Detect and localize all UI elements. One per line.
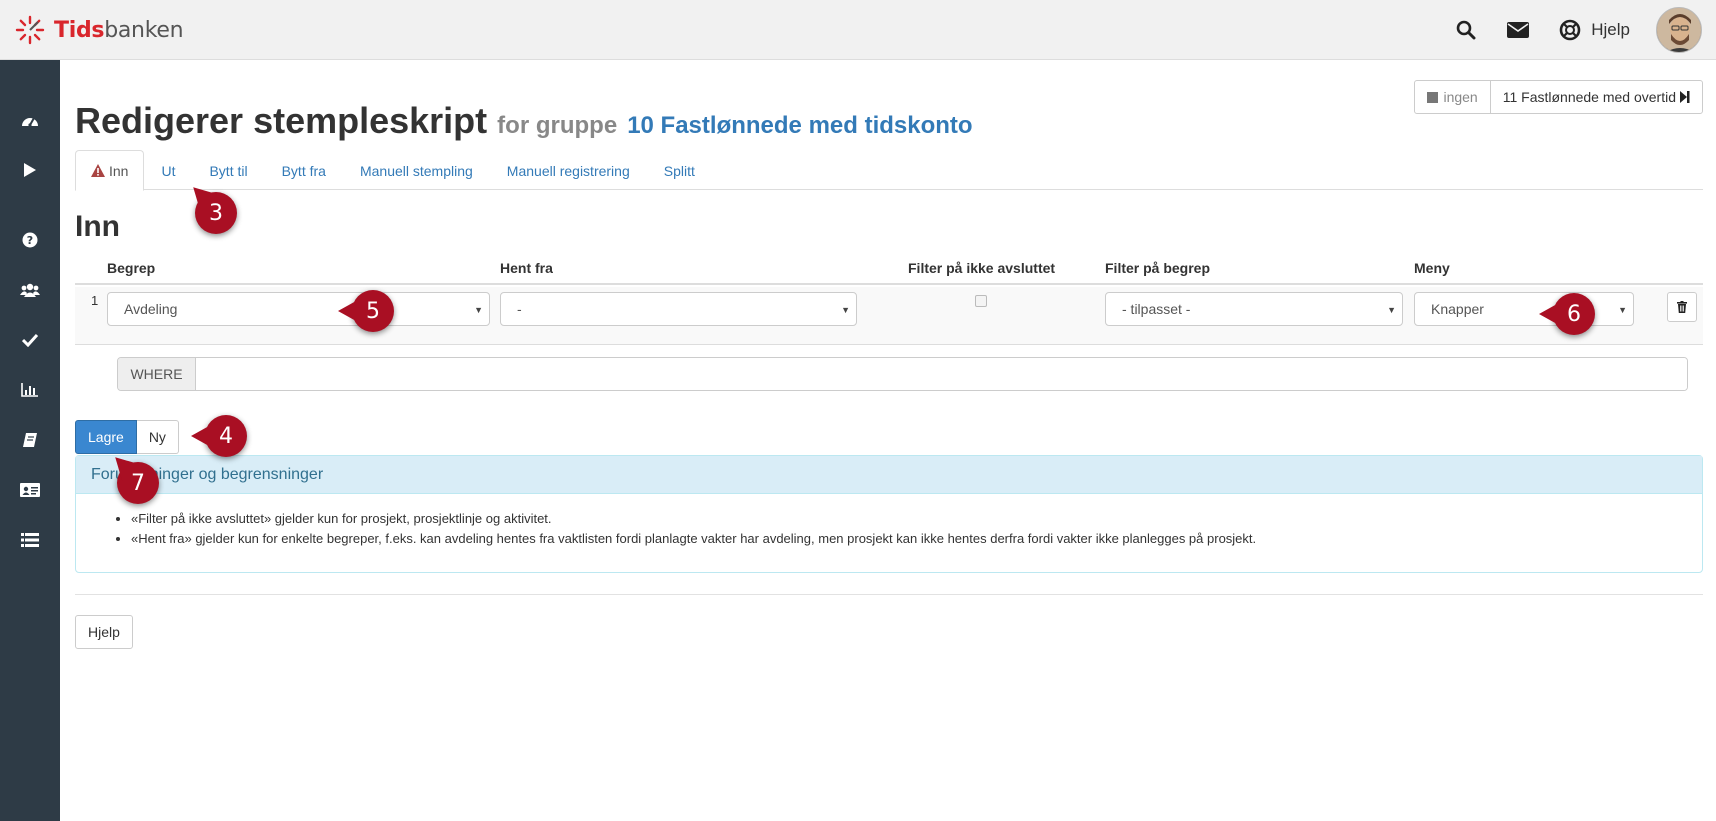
header-filter-ikke-avsluttet: Filter på ikke avsluttet xyxy=(908,260,1056,276)
brand-name-red: Tids xyxy=(54,17,105,43)
group-link[interactable]: 10 Fastlønnede med tidskonto xyxy=(627,112,972,139)
caret-down-icon: ▼ xyxy=(474,305,483,315)
help-link-label: Hjelp xyxy=(1591,20,1630,39)
tab-manuell-stempling[interactable]: Manuell stempling xyxy=(343,150,490,191)
group-next-button[interactable]: 11 Fastlønnede med overtid xyxy=(1491,81,1702,113)
life-ring-icon xyxy=(1557,17,1583,43)
page-subtitle: for gruppe xyxy=(497,112,618,139)
check-icon xyxy=(22,333,38,347)
tab-ut[interactable]: Ut xyxy=(144,150,192,191)
sidebar-item-list[interactable] xyxy=(0,520,60,560)
info-panel-body: «Filter på ikke avsluttet» gjelder kun f… xyxy=(76,494,1702,549)
callout-marker-6: 6 xyxy=(1539,293,1595,335)
tab-inn[interactable]: Inn xyxy=(75,150,145,191)
hent-fra-select[interactable]: - ▼ xyxy=(500,292,857,326)
list-item: «Filter på ikke avsluttet» gjelder kun f… xyxy=(131,509,1687,529)
group-switcher: ingen 11 Fastlønnede med overtid xyxy=(1414,80,1703,114)
callout-marker-3: 3 xyxy=(195,192,237,234)
divider xyxy=(75,594,1703,595)
sidebar-item-help[interactable]: ? xyxy=(0,220,60,260)
tab-manuell-registrering[interactable]: Manuell registrering xyxy=(490,150,647,191)
envelope-icon[interactable] xyxy=(1505,17,1531,43)
row-number: 1 xyxy=(91,293,99,308)
id-card-icon xyxy=(20,483,40,497)
tab-inn-label: Inn xyxy=(109,162,129,179)
tidsbanken-logo-icon xyxy=(14,14,46,46)
caret-down-icon: ▼ xyxy=(1387,305,1396,315)
search-icon[interactable] xyxy=(1453,17,1479,43)
sidebar: ? xyxy=(0,60,60,821)
begrep-select[interactable]: Avdeling ▼ xyxy=(107,292,490,326)
page-title-text: Redigerer stempleskript xyxy=(75,100,488,141)
action-buttons: Lagre Ny xyxy=(75,420,179,454)
header-hent-fra: Hent fra xyxy=(500,260,553,276)
trash-icon xyxy=(1677,301,1687,313)
sidebar-item-users[interactable] xyxy=(0,270,60,310)
sidebar-item-employees[interactable] xyxy=(0,470,60,510)
delete-row-button[interactable] xyxy=(1667,292,1697,322)
step-forward-icon xyxy=(1680,91,1690,103)
where-input[interactable] xyxy=(196,358,1687,390)
group-next-label: 11 Fastlønnede med overtid xyxy=(1502,89,1676,105)
users-icon xyxy=(20,283,40,297)
filter-begrep-select-value: - tilpasset - xyxy=(1122,301,1191,317)
warning-icon xyxy=(91,164,105,177)
avatar[interactable] xyxy=(1656,7,1702,53)
where-addon: WHERE xyxy=(118,358,196,390)
callout-marker-5: 5 xyxy=(338,290,394,332)
header-filter-begrep: Filter på begrep xyxy=(1105,260,1211,276)
list-icon xyxy=(21,533,39,547)
header-meny: Meny xyxy=(1414,260,1450,276)
begrep-select-value: Avdeling xyxy=(124,301,178,317)
meny-select-value: Knapper xyxy=(1431,301,1484,317)
page-title: Redigerer stempleskript for gruppe 10 Fa… xyxy=(75,100,973,142)
info-panel-title: Forutsetninger og begrensninger xyxy=(76,456,1702,494)
svg-text:?: ? xyxy=(27,234,33,247)
square-icon xyxy=(1427,91,1439,103)
script-tabs: Inn Ut Bytt til Bytt fra Manuell stempli… xyxy=(75,150,1703,191)
dashboard-icon xyxy=(22,117,38,127)
hent-fra-select-value: - xyxy=(517,301,522,317)
tab-bytt-fra[interactable]: Bytt fra xyxy=(265,150,343,191)
filter-begrep-select[interactable]: - tilpasset - ▼ xyxy=(1105,292,1403,326)
logo[interactable]: Tidsbanken xyxy=(14,14,184,46)
section-title: Inn xyxy=(75,210,120,243)
info-panel: Forutsetninger og begrensninger «Filter … xyxy=(75,455,1703,573)
save-button[interactable]: Lagre xyxy=(75,420,137,454)
caret-down-icon: ▼ xyxy=(1618,305,1627,315)
list-item: «Hent fra» gjelder kun for enkelte begre… xyxy=(131,529,1687,549)
top-navbar: Tidsbanken Hjelp xyxy=(0,0,1716,60)
callout-marker-7: 7 xyxy=(117,462,159,504)
play-icon xyxy=(24,163,36,177)
table-row: 1 Avdeling ▼ - ▼ - tilpasset - ▼ Knapper ▼ xyxy=(75,287,1703,345)
sidebar-item-documents[interactable] xyxy=(0,420,60,460)
filter-ikke-avsluttet-checkbox[interactable] xyxy=(975,295,987,307)
help-link[interactable]: Hjelp xyxy=(1557,17,1630,43)
callout-marker-4: 4 xyxy=(191,415,247,457)
meny-select[interactable]: Knapper ▼ xyxy=(1414,292,1634,326)
header-begrep: Begrep xyxy=(107,260,156,276)
sidebar-item-approve[interactable] xyxy=(0,320,60,360)
group-none-label: ingen xyxy=(1443,89,1478,105)
caret-down-icon: ▼ xyxy=(841,305,850,315)
help-button[interactable]: Hjelp xyxy=(75,615,133,649)
brand-name-grey: banken xyxy=(104,17,184,43)
logo-text: Tidsbanken xyxy=(54,17,184,43)
tab-splitt[interactable]: Splitt xyxy=(647,150,712,191)
sidebar-item-reports[interactable] xyxy=(0,370,60,410)
sidebar-item-dashboard[interactable] xyxy=(0,100,60,140)
new-button[interactable]: Ny xyxy=(136,420,179,454)
sidebar-item-play[interactable] xyxy=(0,150,60,190)
table-header: Begrep Hent fra Filter på ikke avsluttet… xyxy=(75,260,1703,285)
book-icon xyxy=(23,433,37,447)
bar-chart-icon xyxy=(21,383,38,397)
question-icon: ? xyxy=(22,232,38,248)
group-none-button[interactable]: ingen xyxy=(1415,81,1491,113)
where-input-group: WHERE xyxy=(117,357,1688,391)
